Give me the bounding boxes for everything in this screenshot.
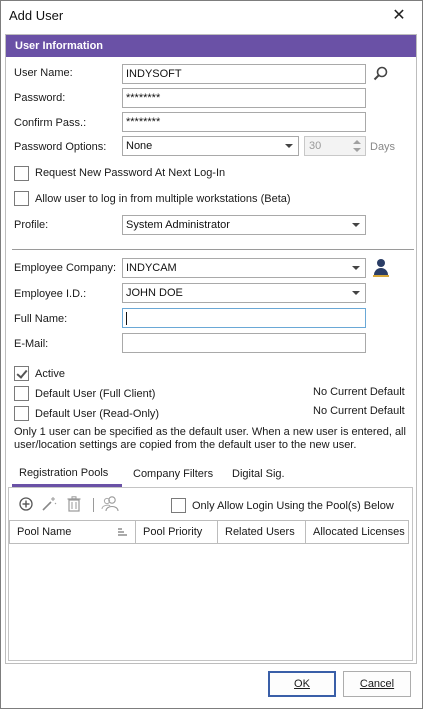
profile-label: Profile:: [14, 219, 49, 231]
close-icon[interactable]: ✕: [389, 6, 409, 26]
only-allow-login-checkbox[interactable]: [171, 498, 186, 513]
active-checkbox[interactable]: [14, 366, 29, 381]
chevron-down-icon: [285, 144, 293, 148]
days-label: Days: [370, 141, 396, 153]
profile-value: System Administrator: [126, 219, 230, 231]
tab-registration-pools[interactable]: Registration Pools: [19, 467, 108, 479]
multi-workstation-label: Allow user to log in from multiple works…: [35, 193, 291, 205]
multi-workstation-checkbox[interactable]: [14, 191, 29, 206]
confirm-password-label: Confirm Pass.:: [14, 117, 87, 129]
default-user-full-label: Default User (Full Client): [35, 388, 156, 400]
default-user-note: Only 1 user can be specified as the defa…: [14, 426, 406, 451]
employee-company-label: Employee Company:: [14, 262, 117, 274]
column-related-users-label: Related Users: [225, 526, 295, 538]
column-allocated-licenses-label: Allocated Licenses: [313, 526, 405, 538]
email-input[interactable]: [122, 333, 366, 353]
days-spinner[interactable]: 30: [304, 136, 366, 156]
days-value: 30: [309, 140, 322, 152]
spin-up-icon: [353, 140, 361, 144]
full-name-input[interactable]: [122, 308, 366, 328]
trash-icon[interactable]: [67, 496, 81, 512]
default-user-full-status: No Current Default: [313, 386, 405, 398]
add-icon[interactable]: [19, 497, 33, 511]
toolbar-separator: [93, 498, 94, 512]
magic-wand-icon[interactable]: [41, 496, 57, 512]
employee-id-value: JOHN DOE: [126, 287, 183, 299]
user-name-input[interactable]: INDYSOFT: [122, 64, 366, 84]
password-input[interactable]: ********: [122, 88, 366, 108]
employee-id-label: Employee I.D.:: [14, 288, 87, 300]
users-icon[interactable]: [101, 495, 119, 512]
only-allow-login-label: Only Allow Login Using the Pool(s) Below: [192, 500, 394, 512]
default-user-readonly-status: No Current Default: [313, 405, 405, 417]
section-header: User Information: [6, 35, 416, 57]
employee-company-value: INDYCAM: [126, 262, 177, 274]
registration-pools-panel: [8, 487, 413, 661]
profile-select[interactable]: System Administrator: [122, 215, 366, 235]
password-options-select[interactable]: None: [122, 136, 299, 156]
password-options-value: None: [126, 140, 153, 152]
column-header-allocated-licenses[interactable]: Allocated Licenses: [306, 520, 409, 544]
chevron-down-icon: [352, 291, 360, 295]
employee-id-select[interactable]: JOHN DOE: [122, 283, 366, 303]
request-new-password-checkbox[interactable]: [14, 166, 29, 181]
search-icon[interactable]: [373, 66, 389, 82]
default-user-readonly-label: Default User (Read-Only): [35, 408, 160, 420]
default-user-full-checkbox[interactable]: [14, 386, 29, 401]
password-label: Password:: [14, 92, 66, 104]
section-divider: [12, 249, 414, 250]
chevron-down-icon: [352, 266, 360, 270]
active-label: Active: [35, 368, 65, 380]
active-tab-indicator: [12, 484, 122, 487]
confirm-password-input[interactable]: ********: [122, 112, 366, 132]
request-new-password-label: Request New Password At Next Log-In: [35, 167, 226, 179]
column-header-pool-priority[interactable]: Pool Priority: [136, 520, 218, 544]
cancel-button[interactable]: Cancel: [343, 671, 411, 697]
password-options-label: Password Options:: [14, 141, 107, 153]
default-user-readonly-checkbox[interactable]: [14, 406, 29, 421]
employee-company-select[interactable]: INDYCAM: [122, 258, 366, 278]
user-name-label: User Name:: [14, 67, 73, 79]
tab-digital-sig[interactable]: Digital Sig.: [232, 468, 285, 480]
column-pool-priority-label: Pool Priority: [143, 526, 203, 538]
email-label: E-Mail:: [14, 338, 49, 350]
spin-down-icon: [353, 148, 361, 152]
column-pool-name-label: Pool Name: [17, 526, 72, 538]
text-caret: [126, 312, 127, 325]
column-header-pool-name[interactable]: Pool Name: [9, 520, 136, 544]
window-title: Add User: [9, 8, 64, 23]
person-icon[interactable]: [373, 259, 389, 277]
column-header-related-users[interactable]: Related Users: [218, 520, 306, 544]
ok-button-label: OK: [294, 678, 310, 690]
chevron-down-icon: [352, 223, 360, 227]
tab-company-filters[interactable]: Company Filters: [133, 468, 213, 480]
sort-icon[interactable]: [118, 528, 128, 537]
ok-button[interactable]: OK: [268, 671, 336, 697]
full-name-label: Full Name:: [14, 313, 68, 325]
cancel-button-label: Cancel: [359, 678, 395, 690]
